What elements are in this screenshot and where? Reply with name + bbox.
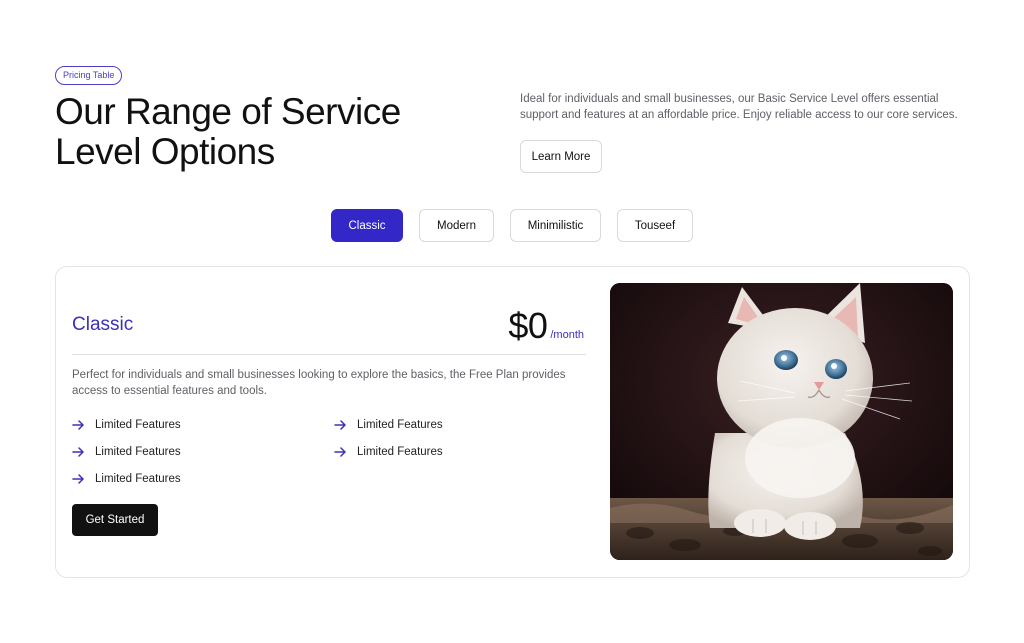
tab-minimilistic[interactable]: Minimilistic bbox=[510, 209, 601, 242]
arrow-right-icon bbox=[72, 474, 84, 484]
feature-item: Limited Features bbox=[72, 444, 181, 460]
arrow-right-icon bbox=[334, 420, 346, 430]
tab-classic[interactable]: Classic bbox=[331, 209, 403, 242]
plan-name: Classic bbox=[72, 314, 134, 335]
feature-label: Limited Features bbox=[357, 446, 443, 458]
feature-item: Limited Features bbox=[72, 471, 181, 487]
pricing-page: Pricing Table Our Range of Service Level… bbox=[0, 0, 1024, 643]
feature-label: Limited Features bbox=[95, 419, 181, 431]
pricing-table-badge: Pricing Table bbox=[55, 66, 123, 85]
tab-modern[interactable]: Modern bbox=[419, 209, 494, 242]
kitten-photo bbox=[610, 283, 953, 560]
tab-touseef[interactable]: Touseef bbox=[617, 209, 693, 242]
feature-label: Limited Features bbox=[95, 473, 181, 485]
feature-list: Limited Features Limited Features Limite… bbox=[72, 417, 592, 507]
price-period: /month bbox=[550, 329, 584, 341]
plan-price: $0 /month bbox=[508, 305, 584, 347]
page-title: Our Range of Service Level Options bbox=[55, 91, 401, 172]
feature-item: Limited Features bbox=[334, 417, 443, 433]
pricing-card: Classic $0 /month Perfect for individual… bbox=[55, 266, 970, 578]
feature-item: Limited Features bbox=[72, 417, 181, 433]
arrow-right-icon bbox=[334, 447, 346, 457]
kitten-illustration bbox=[610, 283, 953, 560]
price-amount: $0 bbox=[508, 305, 548, 346]
feature-item: Limited Features bbox=[334, 444, 443, 460]
arrow-right-icon bbox=[72, 420, 84, 430]
hero-description: Ideal for individuals and small business… bbox=[520, 93, 958, 121]
learn-more-button[interactable]: Learn More bbox=[520, 140, 602, 173]
card-divider bbox=[72, 354, 586, 355]
feature-label: Limited Features bbox=[357, 419, 443, 431]
get-started-button[interactable]: Get Started bbox=[72, 504, 158, 536]
feature-label: Limited Features bbox=[95, 446, 181, 458]
arrow-right-icon bbox=[72, 447, 84, 457]
plan-description: Perfect for individuals and small busine… bbox=[72, 369, 566, 397]
plan-tabs: Classic Modern Minimilistic Touseef bbox=[0, 209, 1024, 242]
